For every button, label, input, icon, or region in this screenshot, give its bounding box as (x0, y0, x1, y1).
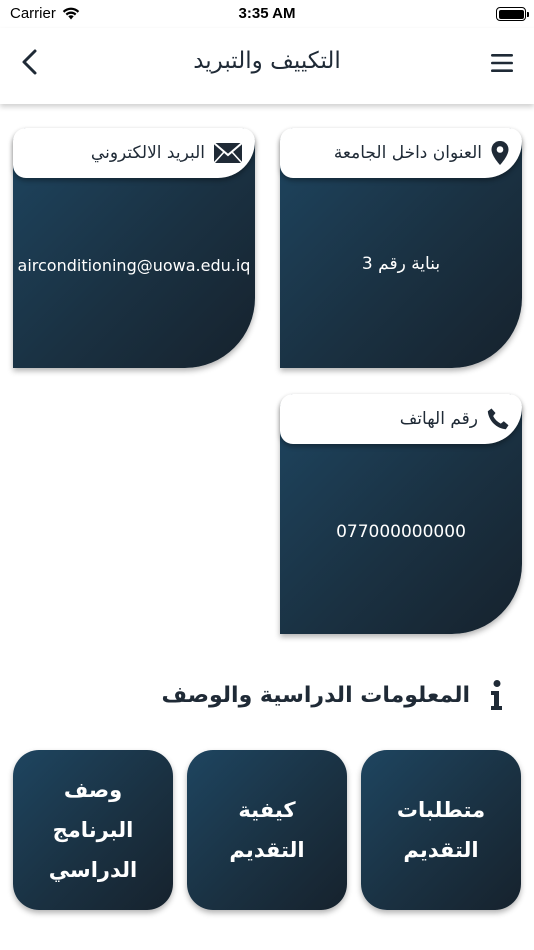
requirements-tile[interactable]: متطلبات التقديم (361, 750, 521, 910)
program-description-tile[interactable]: وصف البرنامج الدراسي (13, 750, 173, 910)
requirements-label: متطلبات التقديم (396, 798, 486, 862)
phone-card: رقم الهاتف 077000000000 (280, 394, 522, 634)
address-card-header: العنوان داخل الجامعة (280, 128, 522, 178)
email-label: البريد الالكتروني (90, 143, 205, 163)
address-card: العنوان داخل الجامعة بناية رقم 3 (280, 128, 522, 368)
study-info-header: المعلومات الدراسية والوصف (0, 670, 534, 720)
how-to-apply-tile[interactable]: كيفية التقديم (187, 750, 347, 910)
how-to-apply-line2: التقديم (229, 838, 305, 862)
email-value[interactable]: airconditioning@uowa.edu.iq (13, 256, 255, 275)
email-card-header: البريد الالكتروني (13, 128, 255, 178)
phone-icon (487, 408, 509, 430)
program-desc-line1: وصف البرنامج (52, 778, 134, 842)
menu-button[interactable] (488, 50, 516, 76)
email-card: البريد الالكتروني airconditioning@uowa.e… (13, 128, 255, 368)
page-title: التكييف والتبريد (193, 48, 341, 74)
program-desc-line2: الدراسي (48, 858, 138, 882)
phone-label: رقم الهاتف (399, 409, 478, 429)
phone-card-header: رقم الهاتف (280, 394, 522, 444)
address-value: بناية رقم 3 (361, 254, 441, 274)
info-icon (491, 680, 502, 710)
location-pin-icon (491, 141, 509, 165)
address-label: العنوان داخل الجامعة (333, 143, 482, 163)
status-time: 3:35 AM (238, 5, 296, 22)
phone-value[interactable]: 077000000000 (280, 522, 522, 542)
section-title: المعلومات الدراسية والوصف (161, 682, 470, 708)
how-to-apply-line1: كيفية (238, 798, 296, 822)
battery-icon (496, 7, 529, 21)
hamburger-icon (491, 54, 513, 72)
nav-bar: التكييف والتبريد (0, 28, 534, 104)
envelope-icon (213, 142, 243, 164)
status-bar: Carrier 3:35 AM (0, 0, 534, 28)
